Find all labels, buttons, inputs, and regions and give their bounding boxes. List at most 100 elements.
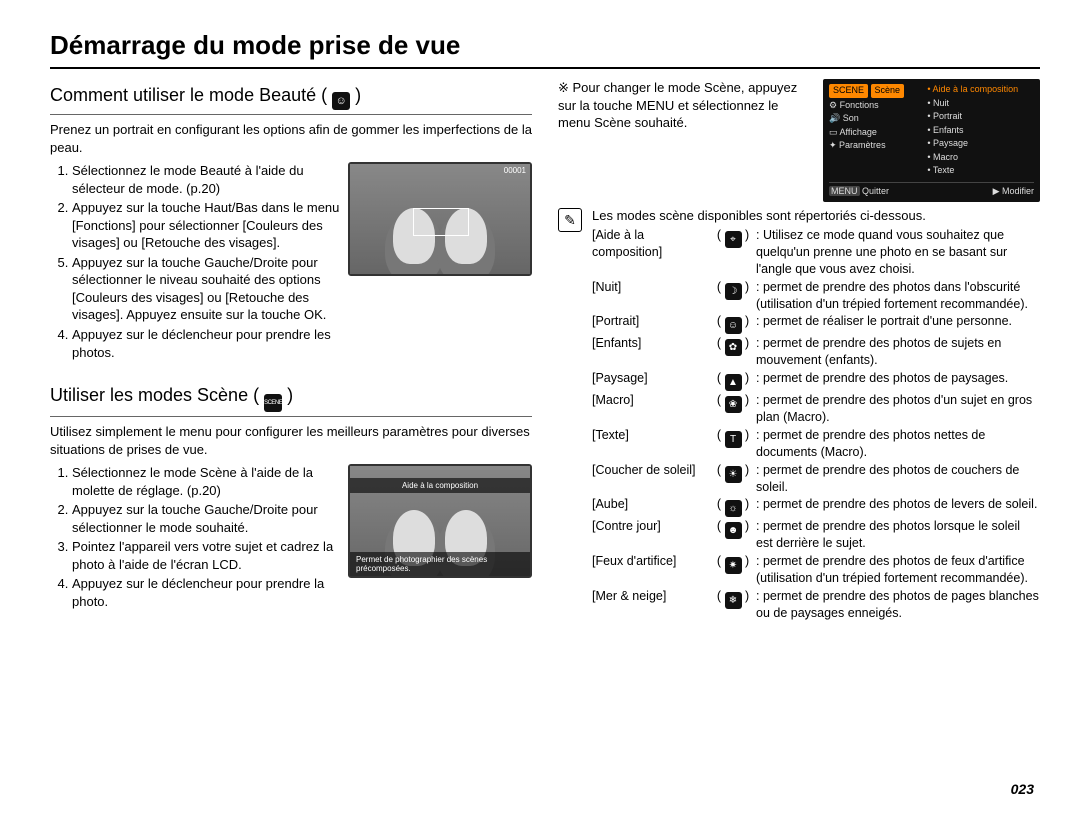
menu-right-item: • Nuit [927, 97, 1034, 111]
focus-rect-icon [413, 208, 469, 236]
change-scene-text: Pour changer le mode Scène, appuyez sur … [558, 80, 797, 130]
mode-icon-cell: ( ⌖ ) [710, 227, 756, 248]
menu-right-item: • Portrait [927, 110, 1034, 124]
mode-desc: : permet de prendre des photos de pages … [756, 588, 1040, 622]
mode-row: [Portrait]( ☺ ): permet de réaliser le p… [592, 313, 1040, 334]
beauty-block: 00001 Sélectionnez le mode Beauté à l'ai… [50, 162, 532, 361]
manual-page: Démarrage du mode prise de vue Comment u… [0, 0, 1080, 815]
beauty-step: Sélectionnez le mode Beauté à l'aide du … [72, 162, 342, 197]
menu-footer-edit: ▶ Modifier [993, 185, 1034, 199]
beauty-screenshot: 00001 [348, 162, 532, 276]
scene-step: Appuyez sur le déclencheur pour prendre … [72, 575, 342, 610]
beauty-icon: ☺ [332, 92, 350, 110]
scene-heading-text: Utiliser les modes Scène ( [50, 385, 259, 405]
mode-icon: ☼ [725, 500, 742, 517]
mode-name: [Aide à la composition] [592, 227, 710, 261]
two-column-layout: Comment utiliser le mode Beauté ( ☺ ) Pr… [50, 79, 1040, 629]
menu-right-item: • Paysage [927, 137, 1034, 151]
mode-name: [Paysage] [592, 370, 710, 387]
mode-row: [Contre jour]( ☻ ): permet de prendre de… [592, 518, 1040, 552]
mode-icon: ☻ [725, 522, 742, 539]
mode-icon: ☺ [725, 317, 742, 334]
mode-row: [Aube]( ☼ ): permet de prendre des photo… [592, 496, 1040, 517]
mode-icon-cell: ( ☽ ) [710, 279, 756, 300]
mode-name: [Contre jour] [592, 518, 710, 535]
mode-icon-cell: ( T ) [710, 427, 756, 448]
right-column: ※ Pour changer le mode Scène, appuyez su… [558, 79, 1040, 629]
note-row: ✎ Les modes scène disponibles sont réper… [558, 208, 1040, 623]
mode-icon-cell: ( ☼ ) [710, 496, 756, 517]
mode-row: [Enfants]( ✿ ): permet de prendre des ph… [592, 335, 1040, 369]
mode-icon: ⌖ [725, 231, 742, 248]
mode-icon: ▲ [725, 374, 742, 391]
mode-row: [Nuit]( ☽ ): permet de prendre des photo… [592, 279, 1040, 313]
scene-intro: Utilisez simplement le menu pour configu… [50, 423, 532, 458]
mode-row: [Feux d'artifice]( ✷ ): permet de prendr… [592, 553, 1040, 587]
mode-icon: ❄ [725, 592, 742, 609]
mode-icon: ❀ [725, 396, 742, 413]
mode-name: [Mer & neige] [592, 588, 710, 605]
mode-icon-cell: ( ☺ ) [710, 313, 756, 334]
beauty-step: Appuyez sur le déclencheur pour prendre … [72, 326, 342, 361]
mode-desc: : permet de réaliser le portrait d'une p… [756, 313, 1040, 330]
menu-badge: SCENE [829, 84, 868, 98]
menu-right-item: • Aide à la composition [927, 83, 1034, 97]
beauty-heading-text: Comment utiliser le mode Beauté ( [50, 85, 327, 105]
mode-icon-cell: ( ❄ ) [710, 588, 756, 609]
left-column: Comment utiliser le mode Beauté ( ☺ ) Pr… [50, 79, 532, 629]
beauty-step: Appuyez sur la touche Haut/Bas dans le m… [72, 199, 342, 252]
mode-row: [Macro]( ❀ ): permet de prendre des phot… [592, 392, 1040, 426]
mode-icon-cell: ( ▲ ) [710, 370, 756, 391]
scene-screenshot: Aide à la composition Permet de photogra… [348, 464, 532, 578]
mode-name: [Enfants] [592, 335, 710, 352]
change-scene-row: ※ Pour changer le mode Scène, appuyez su… [558, 79, 1040, 202]
mode-icon: T [725, 431, 742, 448]
menu-hl: Scène [871, 84, 905, 98]
mode-name: [Coucher de soleil] [592, 462, 710, 479]
mode-desc: : permet de prendre des photos de levers… [756, 496, 1040, 513]
shot-counter: 00001 [504, 166, 526, 175]
mode-icon-cell: ( ✿ ) [710, 335, 756, 356]
mode-desc: : permet de prendre des photos d'un suje… [756, 392, 1040, 426]
reference-mark-icon: ※ [558, 80, 573, 95]
mode-icon-cell: ( ❀ ) [710, 392, 756, 413]
scene-icon: SCENE [264, 394, 282, 412]
scene-step: Pointez l'appareil vers votre sujet et c… [72, 538, 342, 573]
beauty-heading: Comment utiliser le mode Beauté ( ☺ ) [50, 85, 532, 115]
mode-name: [Texte] [592, 427, 710, 444]
beauty-step: Appuyez sur la touche Gauche/Droite pour… [72, 254, 342, 324]
mode-name: [Feux d'artifice] [592, 553, 710, 570]
mode-icon-cell: ( ✷ ) [710, 553, 756, 574]
mode-row: [Mer & neige]( ❄ ): permet de prendre de… [592, 588, 1040, 622]
beauty-intro: Prenez un portrait en configurant les op… [50, 121, 532, 156]
page-number: 023 [1011, 781, 1034, 797]
mode-name: [Nuit] [592, 279, 710, 296]
mode-name: [Macro] [592, 392, 710, 409]
mode-icon: ☀ [725, 466, 742, 483]
note-icon: ✎ [558, 208, 582, 232]
mode-icon: ☽ [725, 283, 742, 300]
scene-step: Appuyez sur la touche Gauche/Droite pour… [72, 501, 342, 536]
scene-screenshot-image: Aide à la composition Permet de photogra… [350, 466, 530, 576]
scene-block: Aide à la composition Permet de photogra… [50, 464, 532, 610]
mode-row: [Paysage]( ▲ ): permet de prendre des ph… [592, 370, 1040, 391]
mode-desc: : permet de prendre des photos de paysag… [756, 370, 1040, 387]
scene-heading-close: ) [287, 385, 293, 405]
note-content: Les modes scène disponibles sont réperto… [592, 208, 1040, 623]
menu-left-item: ⚙ Fonctions [829, 99, 927, 113]
menu-left-item: 🔊 Son [829, 112, 927, 126]
beauty-screenshot-image: 00001 [350, 164, 530, 274]
mode-icon: ✷ [725, 557, 742, 574]
mode-row: [Aide à la composition]( ⌖ ): Utilisez c… [592, 227, 1040, 278]
mode-desc: : Utilisez ce mode quand vous souhaitez … [756, 227, 1040, 278]
modes-list: [Aide à la composition]( ⌖ ): Utilisez c… [592, 227, 1040, 622]
modes-intro: Les modes scène disponibles sont réperto… [592, 208, 1040, 223]
mode-desc: : permet de prendre des photos dans l'ob… [756, 279, 1040, 313]
mode-name: [Portrait] [592, 313, 710, 330]
menu-right-item: • Texte [927, 164, 1034, 178]
mode-icon-cell: ( ☀ ) [710, 462, 756, 483]
scene-shot-top-band: Aide à la composition [350, 478, 530, 493]
mode-desc: : permet de prendre des photos nettes de… [756, 427, 1040, 461]
mode-desc: : permet de prendre des photos de couche… [756, 462, 1040, 496]
menu-right-item: • Macro [927, 151, 1034, 165]
